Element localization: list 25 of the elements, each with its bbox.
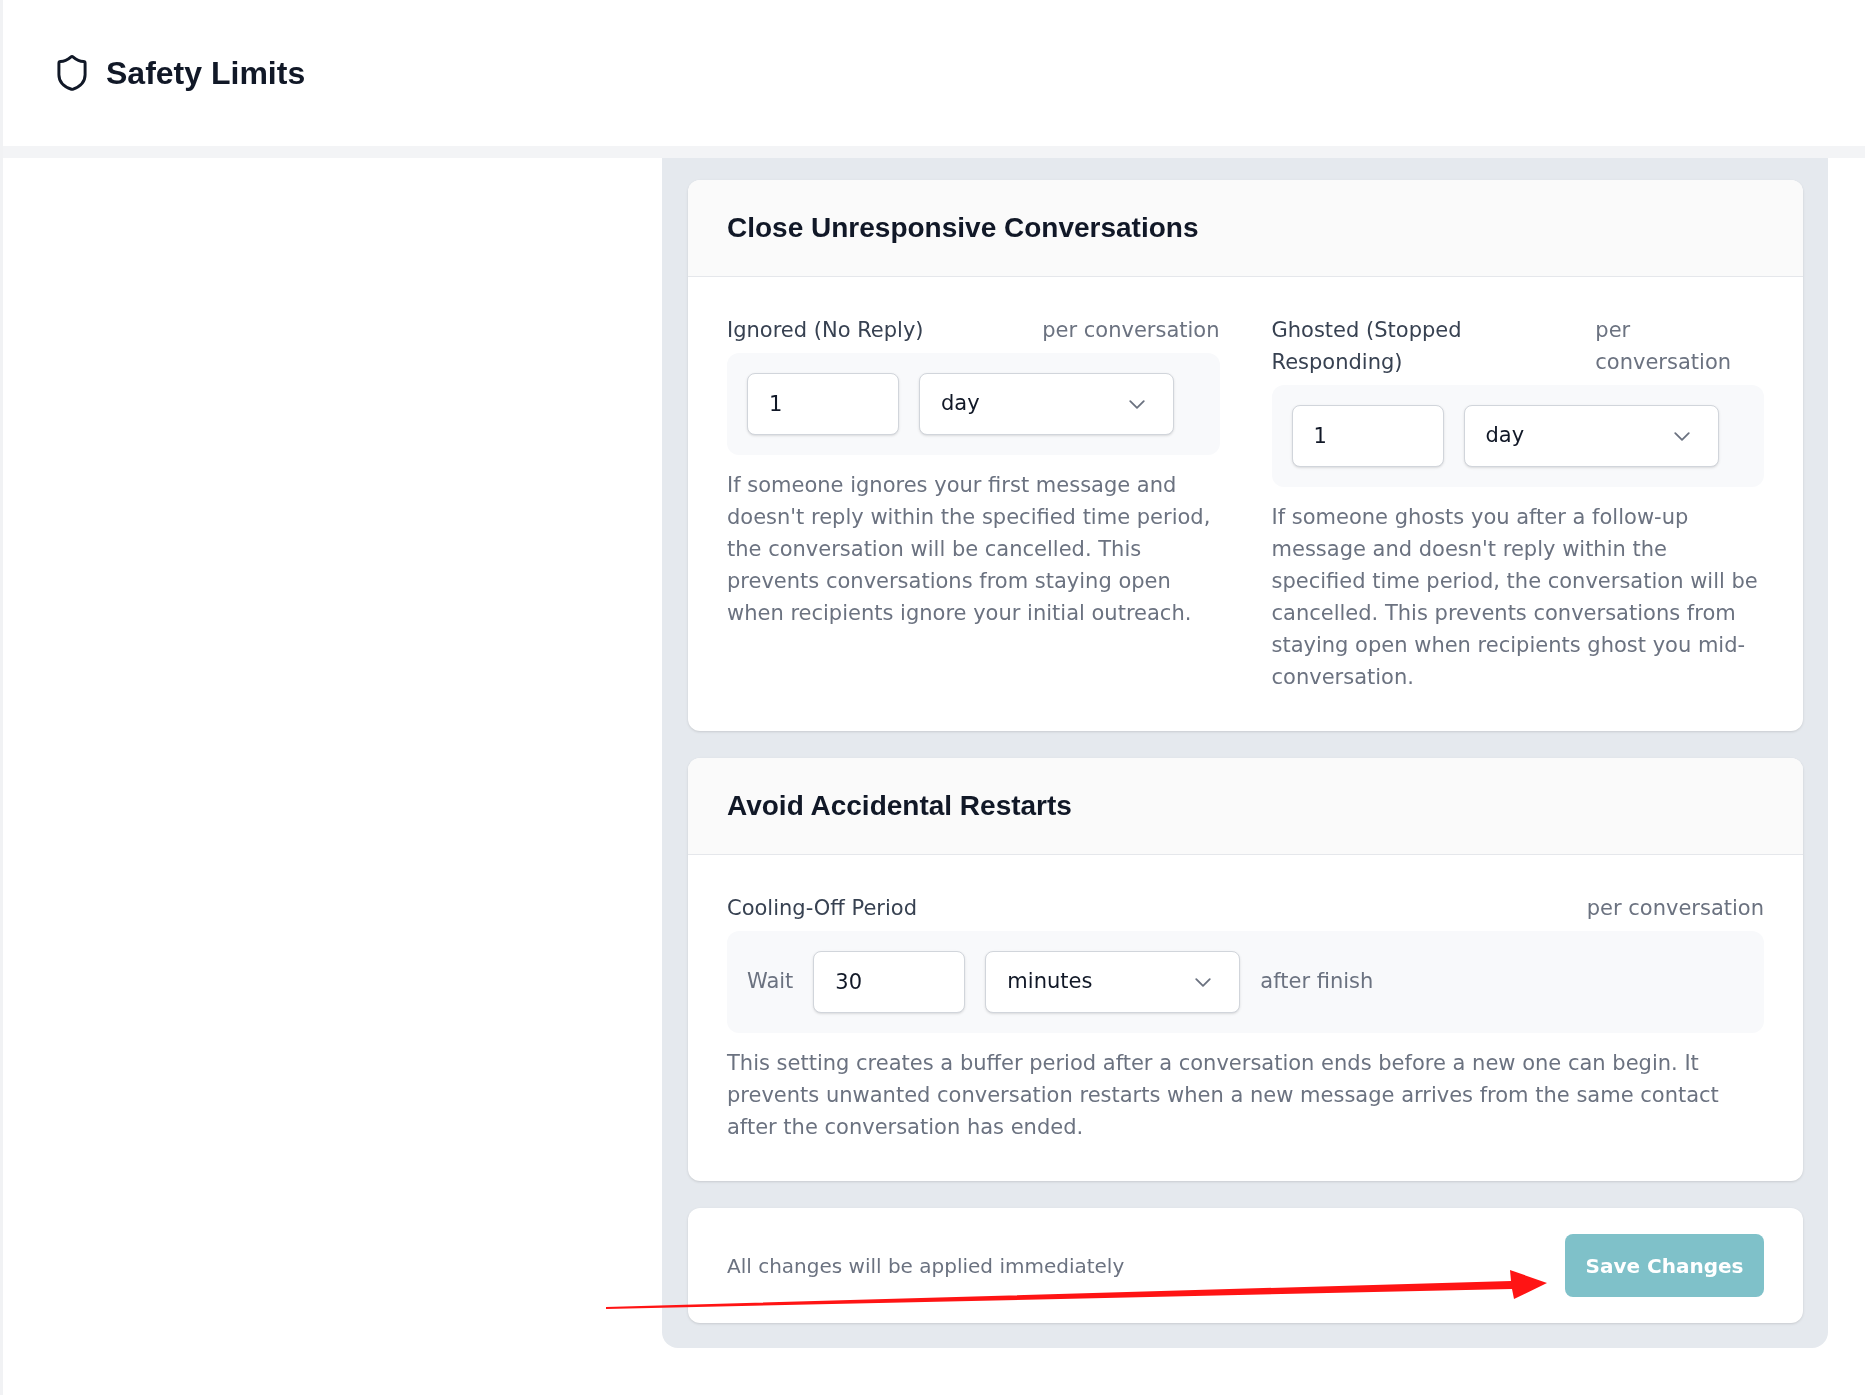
number-input[interactable]: 1 (747, 373, 899, 435)
prefix-text: Wait (747, 968, 794, 996)
section-title: Close Unresponsive Conversations (727, 211, 1199, 245)
number-input[interactable]: 1 (1291, 405, 1444, 467)
section-title: Avoid Accidental Restarts (727, 789, 1072, 823)
scope-text: per conversation (1586, 895, 1764, 922)
setting-description: This setting creates a buffer period after a conversation ends before a new one can begin. It prevents unwanted conversation restarts when a new message arrives from the same contact after the conversation has ended. (727, 1050, 1720, 1141)
chevron-down-icon (1129, 399, 1145, 409)
unit-select[interactable]: day (919, 373, 1174, 435)
scope-text: per conversation (1042, 317, 1220, 344)
unit-select[interactable]: day (1463, 405, 1719, 467)
chevron-down-icon (1195, 977, 1212, 987)
setting-description: If someone ignores your first message and doesn't reply within the specified time period, the conversation will be cancelled. This prevents conversations from staying open when recipients ignore your initial outreach. (727, 472, 1212, 627)
shield-icon (57, 55, 87, 91)
scope-text: per conversation (1595, 317, 1733, 376)
unit-select[interactable]: minutes (985, 951, 1241, 1013)
setting-label: Ghosted (Stopped Responding) (1271, 317, 1463, 376)
setting-label: Ignored (No Reply) (727, 317, 924, 344)
number-input[interactable]: 30 (813, 951, 966, 1013)
page-title: Safety Limits (106, 54, 306, 93)
suffix-text: after finish (1260, 968, 1374, 996)
footer-note: All changes will be applied immediately (727, 1252, 1125, 1280)
chevron-down-icon (1673, 431, 1690, 441)
setting-description: If someone ghosts you after a follow-up message and doesn't reply within the specified time period, the conversation will be cancelled. This prevents conversations from staying open when recipients ghost you mid-conversation. (1271, 504, 1759, 691)
setting-label: Cooling-Off Period (727, 895, 917, 922)
